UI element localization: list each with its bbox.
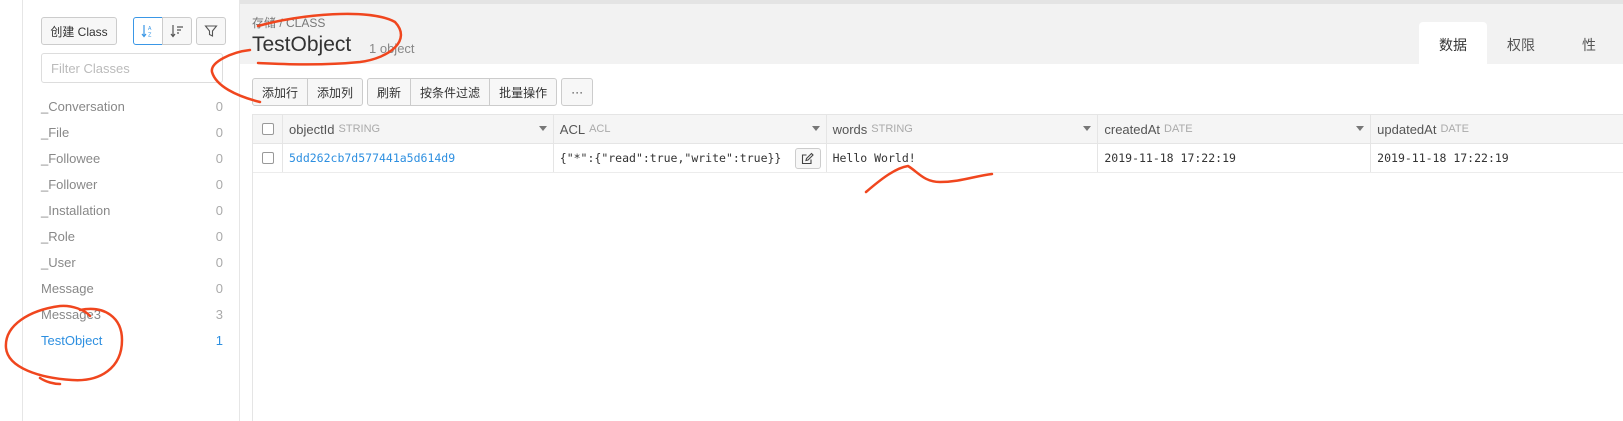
- class-count: 0: [215, 254, 223, 270]
- class-item-user[interactable]: _User 0: [41, 249, 225, 275]
- tab-permissions[interactable]: 权限: [1487, 22, 1555, 68]
- sidebar: 创建 Class A Z Filter Classes _Conversatio…: [0, 0, 240, 421]
- refresh-button[interactable]: 刷新: [368, 79, 412, 105]
- class-item-message3[interactable]: Message3 3: [41, 301, 225, 327]
- column-type: DATE: [1440, 123, 1469, 135]
- class-count: 0: [215, 98, 223, 114]
- sort-desc-button[interactable]: [162, 17, 192, 45]
- tab-performance[interactable]: 性: [1555, 22, 1623, 68]
- add-column-button[interactable]: 添加列: [308, 79, 362, 105]
- more-button[interactable]: ···: [562, 79, 592, 105]
- class-name: _File: [41, 124, 70, 140]
- class-count: 3: [215, 306, 223, 322]
- edit-acl-button[interactable]: [794, 148, 821, 169]
- class-name: _Conversation: [41, 98, 125, 114]
- column-header-acl[interactable]: ACL ACL: [554, 115, 827, 143]
- column-header-objectid[interactable]: objectId STRING: [283, 115, 554, 143]
- class-count: 0: [215, 124, 223, 140]
- table-header: objectId STRING ACL ACL words STRING create…: [253, 114, 1623, 144]
- create-class-button[interactable]: 创建 Class: [41, 17, 117, 45]
- caret-down-icon[interactable]: [1356, 126, 1365, 131]
- class-name: _Installation: [41, 202, 111, 218]
- caret-down-icon[interactable]: [811, 126, 820, 131]
- class-count: 0: [215, 228, 223, 244]
- column-header-updatedat[interactable]: updatedAt DATE: [1371, 115, 1623, 143]
- createdat-cell[interactable]: 2019-11-18 17:22:19: [1098, 144, 1372, 172]
- filter-classes-input[interactable]: Filter Classes: [41, 53, 223, 83]
- class-count: 0: [215, 280, 223, 296]
- filter-icon: [204, 25, 218, 37]
- column-type: ACL: [589, 123, 611, 135]
- class-count: 0: [215, 176, 223, 192]
- filter-by-condition-button[interactable]: 按条件过滤: [411, 79, 491, 105]
- sort-desc-icon: [170, 25, 183, 38]
- edit-icon: [802, 152, 814, 165]
- class-name: _User: [41, 254, 76, 270]
- caret-down-icon[interactable]: [538, 126, 547, 131]
- class-name: TestObject: [41, 332, 103, 348]
- column-header-words[interactable]: words STRING: [827, 115, 1099, 143]
- row-select-cell: [253, 144, 283, 172]
- select-all-checkbox[interactable]: [262, 123, 274, 135]
- class-item-follower[interactable]: _Follower 0: [41, 171, 225, 197]
- svg-text:Z: Z: [148, 33, 152, 39]
- svg-text:A: A: [148, 26, 152, 32]
- page-header: 存储 / CLASS TestObject 1 object 数据 权限 性: [240, 0, 1623, 68]
- class-name: _Followee: [41, 150, 101, 166]
- objectid-cell[interactable]: 5dd262cb7d577441a5d614d9: [283, 144, 554, 172]
- column-name: ACL: [559, 121, 586, 137]
- class-list: _Conversation 0 _File 0 _Followee 0 _Follow…: [41, 93, 225, 353]
- tab-data[interactable]: 数据: [1419, 22, 1487, 68]
- class-item-installation[interactable]: _Installation 0: [41, 197, 225, 223]
- column-name: objectId: [288, 121, 335, 137]
- select-all-cell: [253, 115, 283, 143]
- page-title: TestObject: [252, 33, 352, 56]
- toolbar-group-more: ···: [561, 78, 594, 106]
- table-row: 5dd262cb7d577441a5d614d9 {"*":{"read":tr…: [253, 144, 1623, 173]
- breadcrumb: 存储 / CLASS: [252, 16, 326, 30]
- class-item-testobject[interactable]: TestObject 1: [41, 327, 225, 353]
- class-count: 0: [215, 202, 223, 218]
- class-item-followee[interactable]: _Followee 0: [41, 145, 225, 171]
- caret-down-icon[interactable]: [1083, 126, 1092, 131]
- filter-button[interactable]: [196, 17, 226, 45]
- class-count: 1: [215, 332, 223, 348]
- class-panel: 创建 Class A Z Filter Classes _Conversatio…: [22, 0, 240, 421]
- class-name: Message3: [41, 306, 101, 322]
- toolbar: 添加行 添加列 刷新 按条件过滤 批量操作 ···: [252, 78, 597, 106]
- add-row-button[interactable]: 添加行: [253, 79, 309, 105]
- column-header-createdat[interactable]: createdAt DATE: [1098, 115, 1372, 143]
- toolbar-group-add: 添加行 添加列: [252, 78, 364, 106]
- app-frame: 创建 Class A Z Filter Classes _Conversatio…: [0, 0, 1623, 421]
- acl-value: {"*":{"read":true,"write":true}}: [559, 151, 782, 165]
- column-name: createdAt: [1104, 121, 1161, 137]
- column-name: updatedAt: [1377, 121, 1437, 137]
- column-type: STRING: [871, 123, 913, 135]
- class-name: _Role: [41, 228, 75, 244]
- class-name: _Follower: [41, 176, 98, 192]
- acl-cell[interactable]: {"*":{"read":true,"write":true}}: [554, 144, 827, 172]
- batch-operation-button[interactable]: 批量操作: [490, 79, 556, 105]
- words-cell[interactable]: Hello World!: [827, 144, 1099, 172]
- class-item-role[interactable]: _Role 0: [41, 223, 225, 249]
- tab-bar: 数据 权限 性: [1419, 22, 1623, 68]
- sort-az-button[interactable]: A Z: [133, 17, 163, 45]
- class-item-message[interactable]: Message 0: [41, 275, 225, 301]
- data-table: objectId STRING ACL ACL words STRING create…: [252, 114, 1623, 421]
- class-count: 0: [215, 150, 223, 166]
- object-count: 1 object: [369, 41, 415, 56]
- updatedat-cell[interactable]: 2019-11-18 17:22:19: [1371, 144, 1623, 172]
- column-type: STRING: [338, 123, 381, 135]
- class-item-conversation[interactable]: _Conversation 0: [41, 93, 225, 119]
- column-name: words: [832, 121, 868, 137]
- class-name: Message: [41, 280, 94, 296]
- class-item-file[interactable]: _File 0: [41, 119, 225, 145]
- column-type: DATE: [1164, 123, 1193, 135]
- sort-az-icon: A Z: [141, 25, 152, 39]
- main-panel: 存储 / CLASS TestObject 1 object 数据 权限 性 添…: [240, 0, 1623, 421]
- row-checkbox[interactable]: [262, 152, 274, 164]
- toolbar-group-actions: 刷新 按条件过滤 批量操作: [367, 78, 558, 106]
